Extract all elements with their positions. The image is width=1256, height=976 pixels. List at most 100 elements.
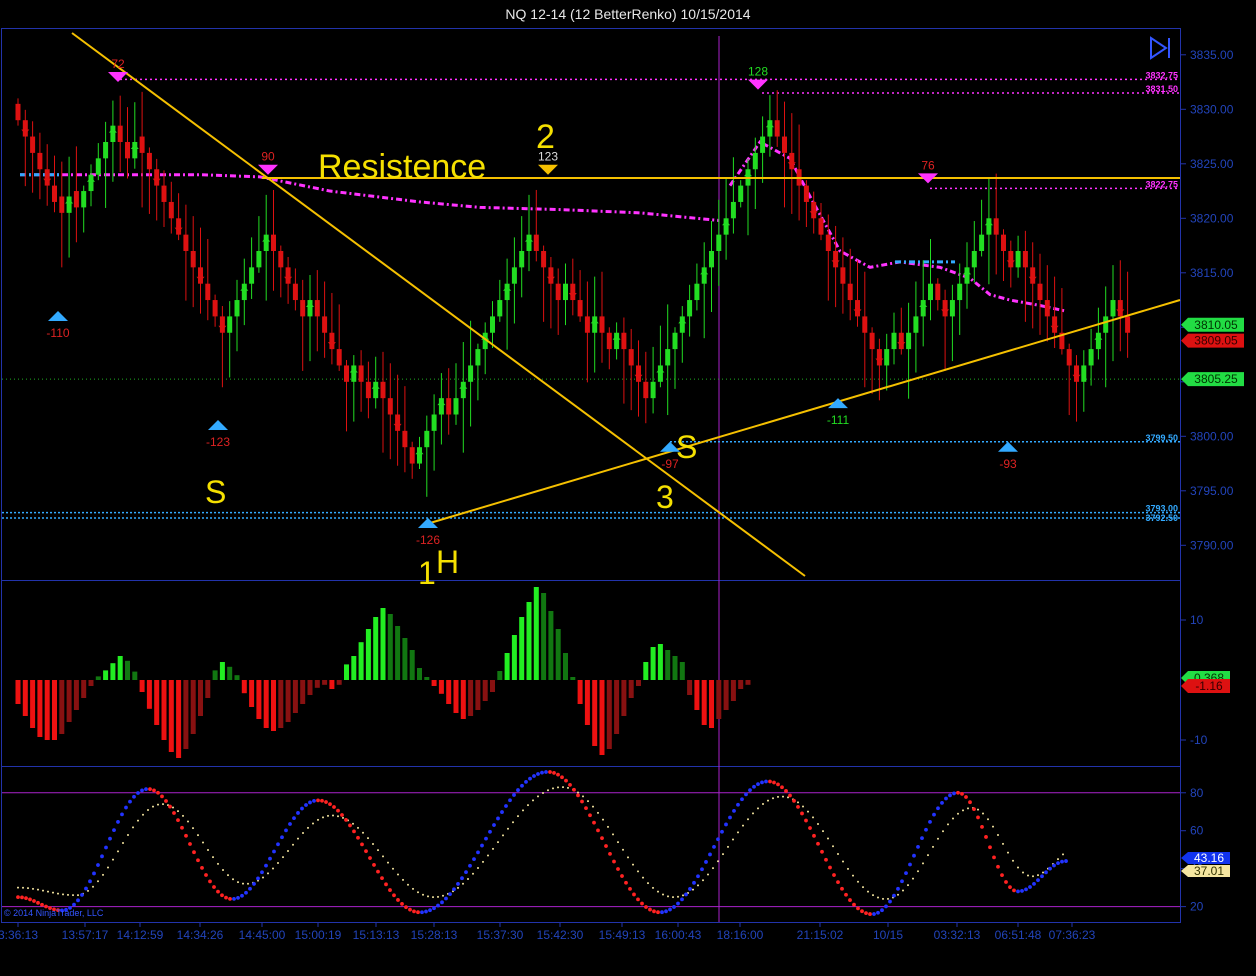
histogram-tick-label: 10 <box>1190 613 1204 627</box>
slow-line-dot <box>132 826 134 829</box>
fast-line-dot <box>772 780 776 785</box>
fast-line-dot <box>776 782 780 787</box>
slow-line-dot <box>737 831 739 834</box>
fast-line-dot <box>592 820 596 825</box>
candle-body <box>146 152 152 170</box>
fast-line-dot <box>208 879 212 884</box>
candle-body <box>205 283 211 301</box>
fast-line-dot <box>972 807 976 811</box>
fast-line-dot <box>680 897 684 902</box>
histogram-bar <box>511 635 517 680</box>
fast-line-dot <box>140 788 144 793</box>
candle-body <box>913 316 919 333</box>
wave-label-2: 2 <box>536 118 555 156</box>
slow-line-dot <box>617 841 619 844</box>
slow-line-dot <box>177 810 179 813</box>
slow-line-dot <box>847 867 849 870</box>
candle-body <box>665 349 671 366</box>
fast-line-dot <box>540 770 544 775</box>
histogram-bar <box>322 680 328 685</box>
fast-line-dot <box>964 795 968 799</box>
slow-line-dot <box>582 795 584 798</box>
histogram-bar <box>256 680 262 719</box>
histogram-axis: 10-100.368-1.16 <box>1180 613 1230 747</box>
fast-line-dot <box>396 898 400 902</box>
candle-body <box>760 136 766 153</box>
fast-line-dot <box>224 895 228 900</box>
slow-line-dot <box>732 838 734 841</box>
fast-line-dot <box>28 897 32 902</box>
histogram-bar <box>636 680 641 686</box>
fast-line-dot <box>1024 887 1028 892</box>
fast-line-dot <box>564 778 568 783</box>
candle-body <box>81 191 87 208</box>
slow-line-dot <box>527 804 529 807</box>
candle-body <box>1022 251 1028 268</box>
oscillator-axis: 8060402043.1637.01 <box>1180 786 1230 914</box>
slow-line-dot <box>927 854 929 857</box>
fast-line-dot <box>664 909 668 914</box>
slow-line-dot <box>57 892 59 895</box>
fast-line-dot <box>740 797 744 802</box>
slow-line-dot <box>97 880 99 883</box>
candle-body <box>519 251 525 268</box>
fast-line-dot <box>340 813 344 817</box>
histogram-bar <box>468 680 474 716</box>
fast-line-dot <box>332 805 336 809</box>
slow-line-dot <box>1022 871 1024 874</box>
fast-line-dot <box>548 770 552 774</box>
slow-line-dot <box>537 795 539 798</box>
fast-line-dot <box>616 867 620 871</box>
fast-line-dot <box>764 779 768 784</box>
fast-line-dot <box>708 852 712 857</box>
slow-line-dot <box>147 808 149 811</box>
fast-line-dot <box>280 835 284 840</box>
fast-line-dot <box>196 858 200 863</box>
histogram-bar <box>285 680 291 722</box>
candle-body <box>818 218 824 235</box>
fast-line-dot <box>160 794 164 799</box>
fast-line-dot <box>640 901 644 906</box>
slow-line-dot <box>712 867 714 870</box>
fast-line-dot <box>248 886 252 891</box>
copyright-text: © 2014 NinjaTrader, LLC <box>4 908 104 918</box>
candle-body <box>738 185 744 202</box>
candle-body <box>402 430 408 448</box>
fast-line-dot <box>560 775 564 780</box>
fast-line-dot <box>824 857 828 862</box>
fast-line-dot <box>476 850 480 855</box>
fast-line-dot <box>532 774 536 778</box>
candle-body <box>59 196 65 213</box>
candle-body <box>468 365 474 382</box>
candle-body <box>365 381 371 399</box>
slow-line-dot <box>557 786 559 789</box>
candle-body <box>1088 349 1094 366</box>
fast-line-dot <box>712 844 716 849</box>
slow-line-dot <box>462 882 464 885</box>
histogram-bar <box>176 680 182 758</box>
slow-line-dot <box>542 791 544 794</box>
slow-line-dot <box>302 831 304 834</box>
fast-line-dot <box>736 802 740 807</box>
slow-line-dot <box>427 895 429 898</box>
fast-line-dot <box>436 903 440 908</box>
slow-line-dot <box>672 896 674 899</box>
slow-line-dot <box>592 805 594 808</box>
histogram-bar <box>314 680 320 688</box>
slow-line-dot <box>67 893 69 896</box>
slow-line-dot <box>72 894 74 897</box>
fast-line-dot <box>260 870 264 875</box>
candle-body <box>95 158 101 175</box>
fast-line-dot <box>900 879 904 884</box>
fast-line-dot <box>112 828 116 832</box>
histogram-bar <box>205 680 211 698</box>
candle-body <box>687 300 693 317</box>
candle-body <box>103 142 109 159</box>
fast-line-dot <box>948 793 952 798</box>
fast-line-dot <box>988 845 992 850</box>
price-tick-label: 3820.00 <box>1190 211 1234 225</box>
fast-line-dot <box>16 895 20 900</box>
chart-canvas[interactable]: 3832.753831.503822.753799.503793.003792.… <box>0 0 1256 976</box>
slow-line-dot <box>677 895 679 898</box>
fast-line-dot <box>184 833 188 838</box>
